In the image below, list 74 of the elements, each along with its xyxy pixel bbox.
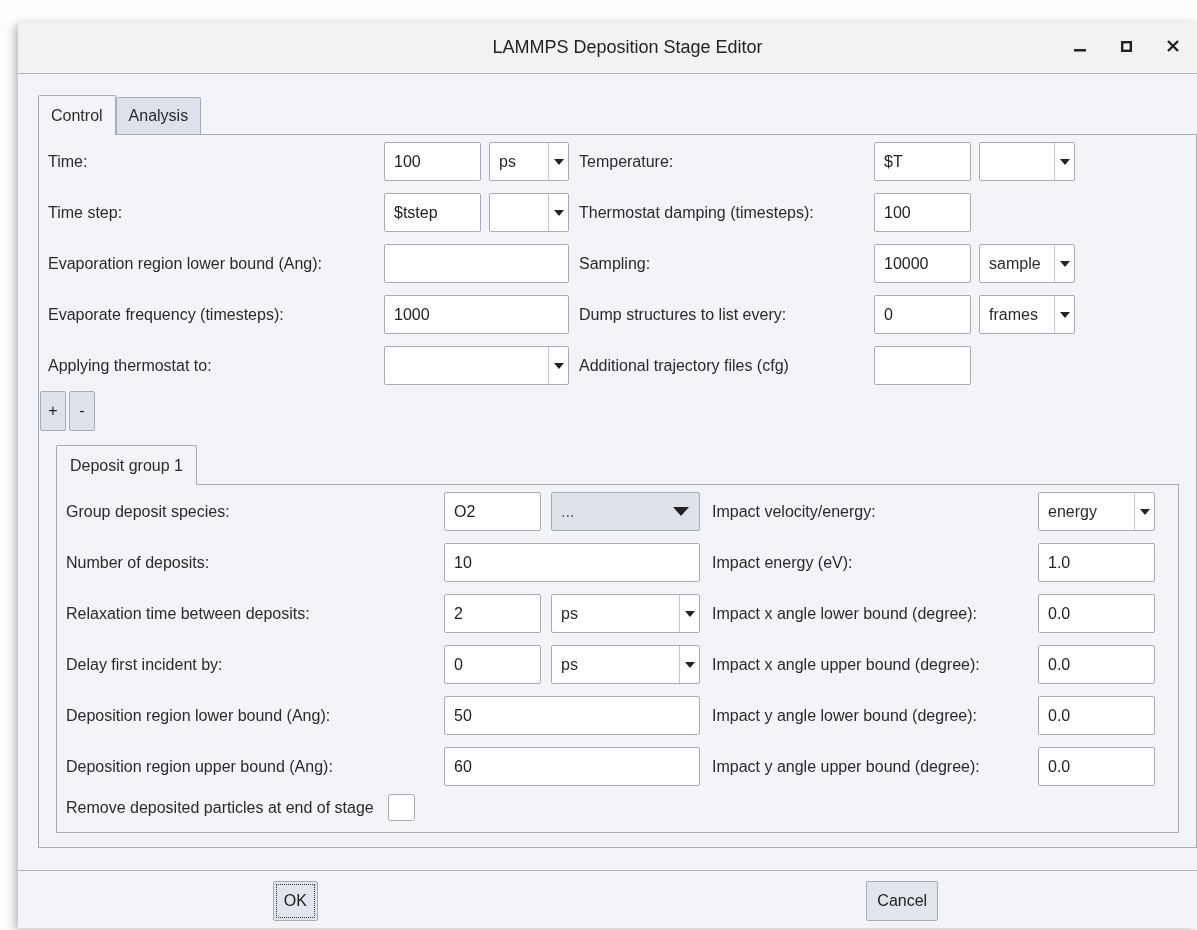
input-field[interactable] <box>384 244 569 283</box>
combo-box[interactable]: sample <box>979 244 1075 283</box>
combo-box[interactable] <box>979 142 1075 181</box>
field-label: Impact y angle upper bound (degree): <box>711 757 981 776</box>
group-button[interactable]: + <box>40 391 66 431</box>
caret-icon <box>684 661 695 668</box>
field-label: Thermostat damping (timesteps): <box>578 203 815 222</box>
caret-icon <box>1139 508 1150 515</box>
field-label: Evaporation region lower bound (Ang): <box>48 254 323 273</box>
input-field[interactable]: 60 <box>444 747 700 786</box>
caret-icon <box>1059 311 1070 318</box>
input-field[interactable]: 100 <box>874 193 971 232</box>
combo-box[interactable]: ps <box>551 645 700 684</box>
input-field[interactable]: 10 <box>444 543 700 582</box>
input-field[interactable]: 0.0 <box>1038 645 1155 684</box>
group-button[interactable]: - <box>69 391 95 431</box>
combo-box[interactable]: ps <box>489 142 569 181</box>
input-field[interactable]: 0.0 <box>1038 747 1155 786</box>
input-field[interactable]: 0.0 <box>1038 594 1155 633</box>
input-field[interactable]: 50 <box>444 696 700 735</box>
field-label: Impact y angle lower bound (degree): <box>711 706 979 725</box>
input-field[interactable]: $tstep <box>384 193 481 232</box>
field-label: Dump structures to list every: <box>578 305 788 324</box>
caret-icon <box>1059 260 1070 267</box>
field-label: Evaporate frequency (timesteps): <box>48 305 285 324</box>
tab[interactable]: Analysis <box>115 97 202 134</box>
field-label: Remove deposited particles at end of stage <box>66 798 374 817</box>
maximize-icon[interactable] <box>1121 40 1132 52</box>
input-field[interactable] <box>874 346 971 385</box>
input-field[interactable]: 0.0 <box>1038 696 1155 735</box>
combo-box[interactable]: energy <box>1038 492 1155 531</box>
field-label: Impact energy (eV): <box>711 553 854 572</box>
field-label: Additional trajectory files (cfg) <box>578 356 790 375</box>
input-field[interactable]: 10000 <box>874 244 971 283</box>
field-label: Sampling: <box>578 254 652 273</box>
field-label: Impact velocity/energy: <box>711 502 877 521</box>
field-label: Impact x angle upper bound (degree): <box>711 655 981 674</box>
dropdown-button[interactable]: ... <box>551 492 700 531</box>
field-label: Relaxation time between deposits: <box>66 604 311 623</box>
input-field[interactable]: 2 <box>444 594 541 633</box>
caret-icon <box>553 362 564 369</box>
field-label: Impact x angle lower bound (degree): <box>711 604 979 623</box>
input-field[interactable]: 100 <box>384 142 481 181</box>
caret-icon <box>553 158 564 165</box>
field-label: Number of deposits: <box>66 553 211 572</box>
combo-box[interactable] <box>489 193 569 232</box>
dialog-button[interactable]: OK <box>272 881 318 921</box>
caret-icon <box>553 209 564 216</box>
close-icon[interactable] <box>1167 40 1179 52</box>
field-label: Temperature: <box>578 152 675 171</box>
window-title: LAMMPS Deposition Stage Editor <box>492 37 763 58</box>
field-label: Delay first incident by: <box>66 655 224 674</box>
caret-icon <box>684 610 695 617</box>
field-label: Applying thermostat to: <box>48 356 213 375</box>
tab[interactable]: Control <box>38 95 116 135</box>
combo-box[interactable]: frames <box>979 295 1075 334</box>
caret-icon <box>1059 158 1070 165</box>
input-field[interactable]: 0 <box>444 645 541 684</box>
input-field[interactable]: 0 <box>874 295 971 334</box>
checkbox[interactable] <box>387 794 415 821</box>
field-label: Group deposit species: <box>66 502 231 521</box>
combo-box[interactable]: ps <box>551 594 700 633</box>
input-field[interactable]: $T <box>874 142 971 181</box>
input-field[interactable]: 1000 <box>384 295 569 334</box>
caret-icon <box>673 507 689 516</box>
field-label: Time: <box>48 152 89 171</box>
field-label: Time step: <box>48 203 124 222</box>
combo-box[interactable] <box>384 346 569 385</box>
field-label: Deposition region upper bound (Ang): <box>66 757 334 776</box>
field-label: Deposition region lower bound (Ang): <box>66 706 332 725</box>
input-field[interactable]: O2 <box>444 492 541 531</box>
dialog-button[interactable]: Cancel <box>866 881 939 921</box>
input-field[interactable]: 1.0 <box>1038 543 1155 582</box>
tab[interactable]: Deposit group 1 <box>56 445 197 485</box>
